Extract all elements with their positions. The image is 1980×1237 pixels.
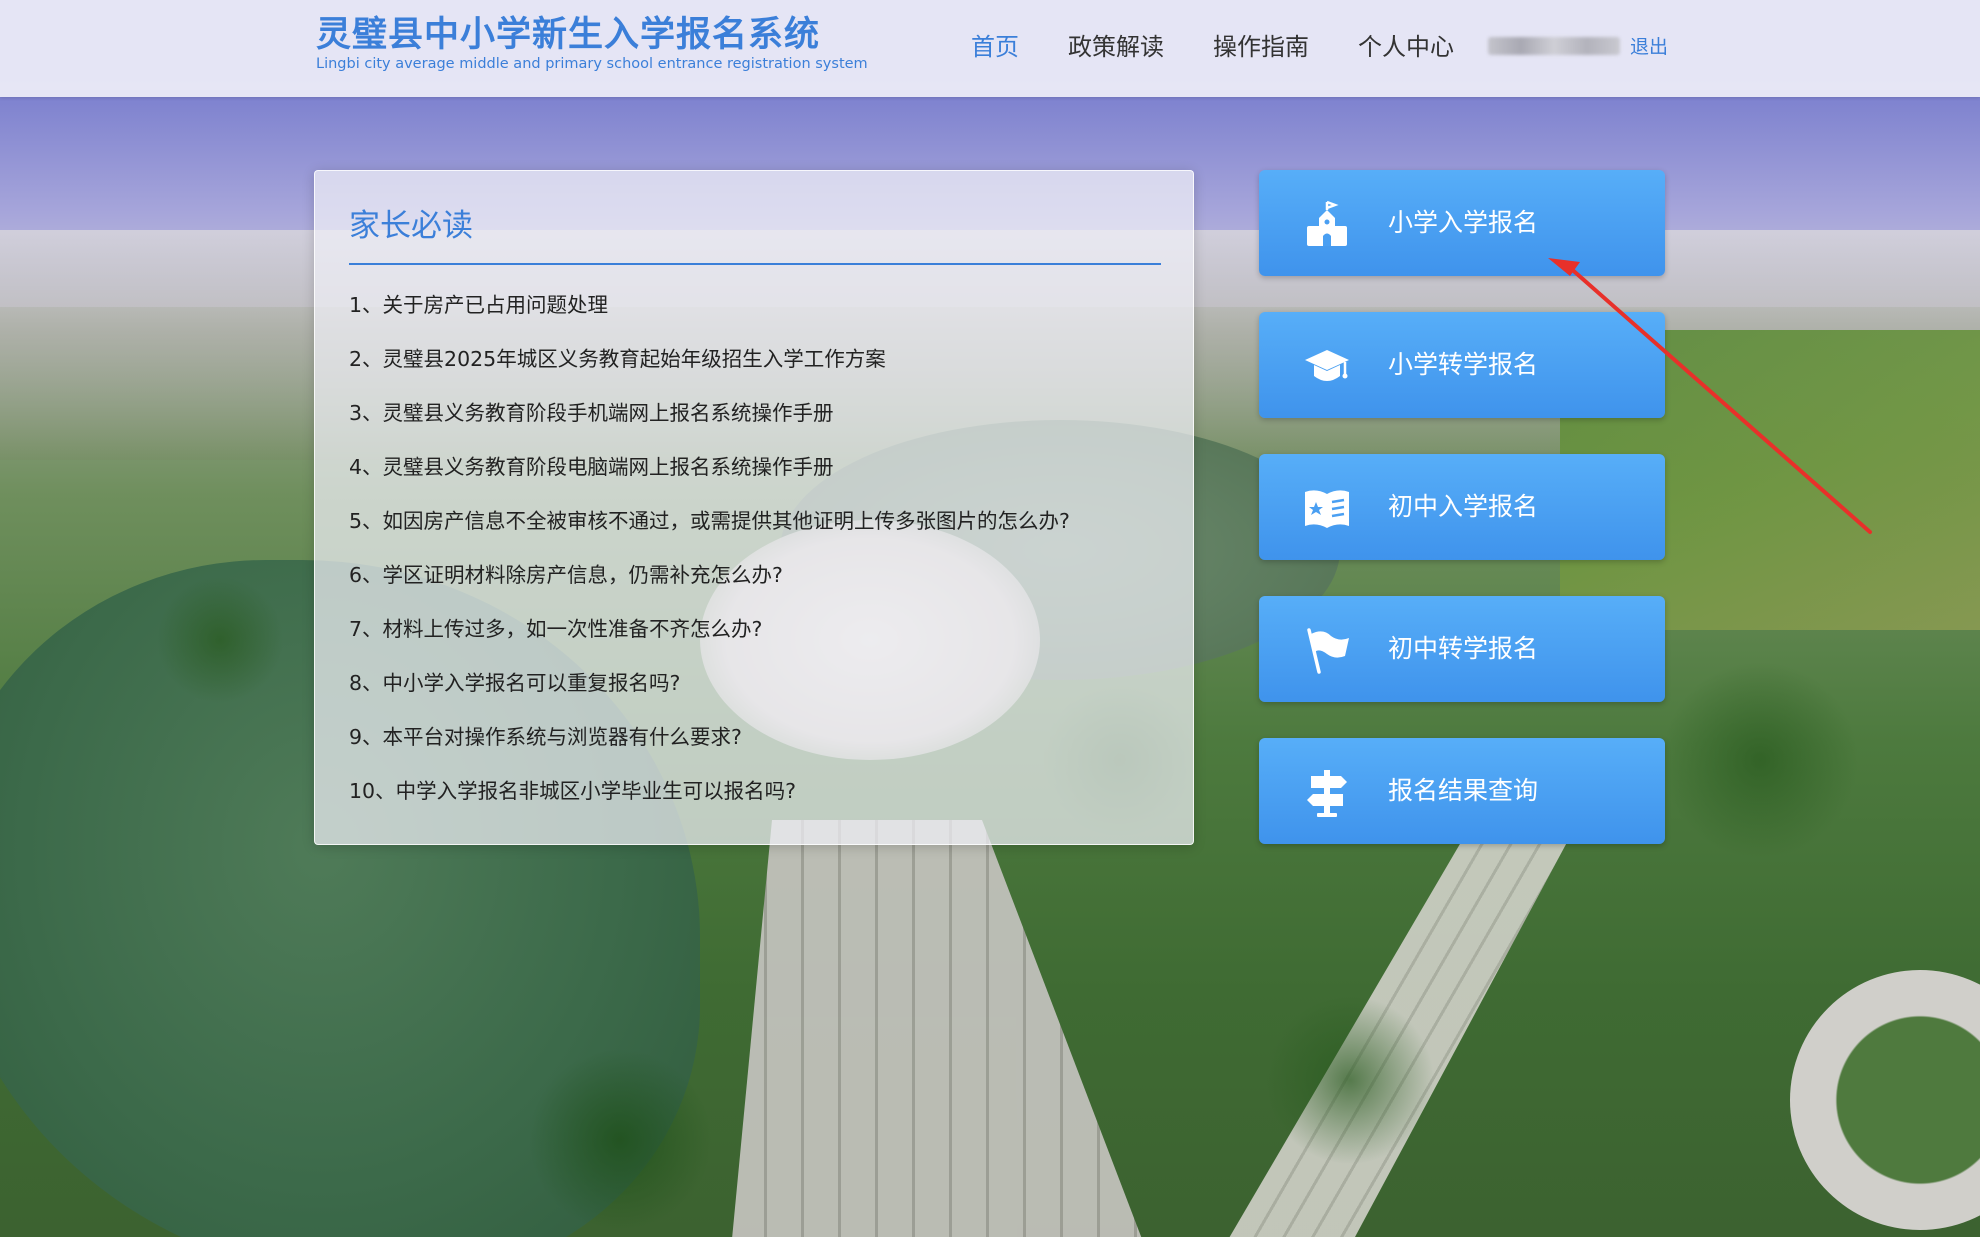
- primary-transfer-button[interactable]: 小学转学报名: [1259, 312, 1665, 418]
- top-header: 灵璧县中小学新生入学报名系统 Lingbi city average middl…: [0, 0, 1980, 97]
- user-area: 退出: [1488, 32, 1668, 59]
- middle-enroll-button[interactable]: 初中入学报名: [1259, 454, 1665, 560]
- username-redacted: [1488, 36, 1620, 55]
- button-label: 初中转学报名: [1388, 634, 1539, 663]
- notice-item[interactable]: 2、灵璧县2025年城区义务教育起始年级招生入学工作方案: [349, 347, 1169, 401]
- button-label: 小学入学报名: [1388, 208, 1539, 237]
- nav-home[interactable]: 首页: [971, 26, 1019, 68]
- site-subtitle: Lingbi city average middle and primary s…: [316, 56, 868, 72]
- button-label: 报名结果查询: [1388, 776, 1539, 805]
- panel-title: 家长必读: [349, 208, 473, 244]
- notice-item[interactable]: 8、中小学入学报名可以重复报名吗?: [349, 671, 1169, 725]
- school-icon: [1307, 200, 1347, 246]
- nav-policy[interactable]: 政策解读: [1068, 26, 1164, 68]
- book-star-icon: [1305, 490, 1349, 528]
- signpost-icon: [1307, 770, 1347, 817]
- notice-item[interactable]: 5、如因房产信息不全被审核不通过，或需提供其他证明上传多张图片的怎么办?: [349, 509, 1169, 563]
- notice-item[interactable]: 4、灵璧县义务教育阶段电脑端网上报名系统操作手册: [349, 455, 1169, 509]
- parent-notice-panel: 家长必读 1、关于房产已占用问题处理 2、灵璧县2025年城区义务教育起始年级招…: [314, 170, 1194, 845]
- nav-personal-center[interactable]: 个人中心: [1358, 26, 1454, 68]
- notice-item[interactable]: 7、材料上传过多，如一次性准备不齐怎么办?: [349, 617, 1169, 671]
- result-query-button[interactable]: 报名结果查询: [1259, 738, 1665, 844]
- button-label: 初中入学报名: [1388, 492, 1539, 521]
- nav-guide[interactable]: 操作指南: [1213, 26, 1309, 68]
- notice-item[interactable]: 6、学区证明材料除房产信息，仍需补充怎么办?: [349, 563, 1169, 617]
- primary-enroll-button[interactable]: 小学入学报名: [1259, 170, 1665, 276]
- notice-item[interactable]: 10、中学入学报名非城区小学毕业生可以报名吗?: [349, 779, 1169, 833]
- notice-item[interactable]: 3、灵璧县义务教育阶段手机端网上报名系统操作手册: [349, 401, 1169, 455]
- site-title: 灵璧县中小学新生入学报名系统: [316, 15, 821, 55]
- button-label: 小学转学报名: [1388, 350, 1539, 379]
- title-divider: [349, 263, 1161, 265]
- notice-item[interactable]: 9、本平台对操作系统与浏览器有什么要求?: [349, 725, 1169, 779]
- notice-item[interactable]: 1、关于房产已占用问题处理: [349, 293, 1169, 347]
- site-logo[interactable]: 灵璧县中小学新生入学报名系统 Lingbi city average middl…: [316, 14, 868, 72]
- logout-link[interactable]: 退出: [1630, 32, 1668, 59]
- flag-icon: [1307, 628, 1349, 674]
- main-nav: 首页 政策解读 操作指南 个人中心: [971, 26, 1503, 68]
- middle-transfer-button[interactable]: 初中转学报名: [1259, 596, 1665, 702]
- graduation-cap-icon: [1305, 350, 1349, 381]
- action-buttons: 小学入学报名 小学转学报名 初中入学报名 初中转学报名 报名结果查询: [1259, 170, 1665, 880]
- notice-list: 1、关于房产已占用问题处理 2、灵璧县2025年城区义务教育起始年级招生入学工作…: [349, 293, 1169, 833]
